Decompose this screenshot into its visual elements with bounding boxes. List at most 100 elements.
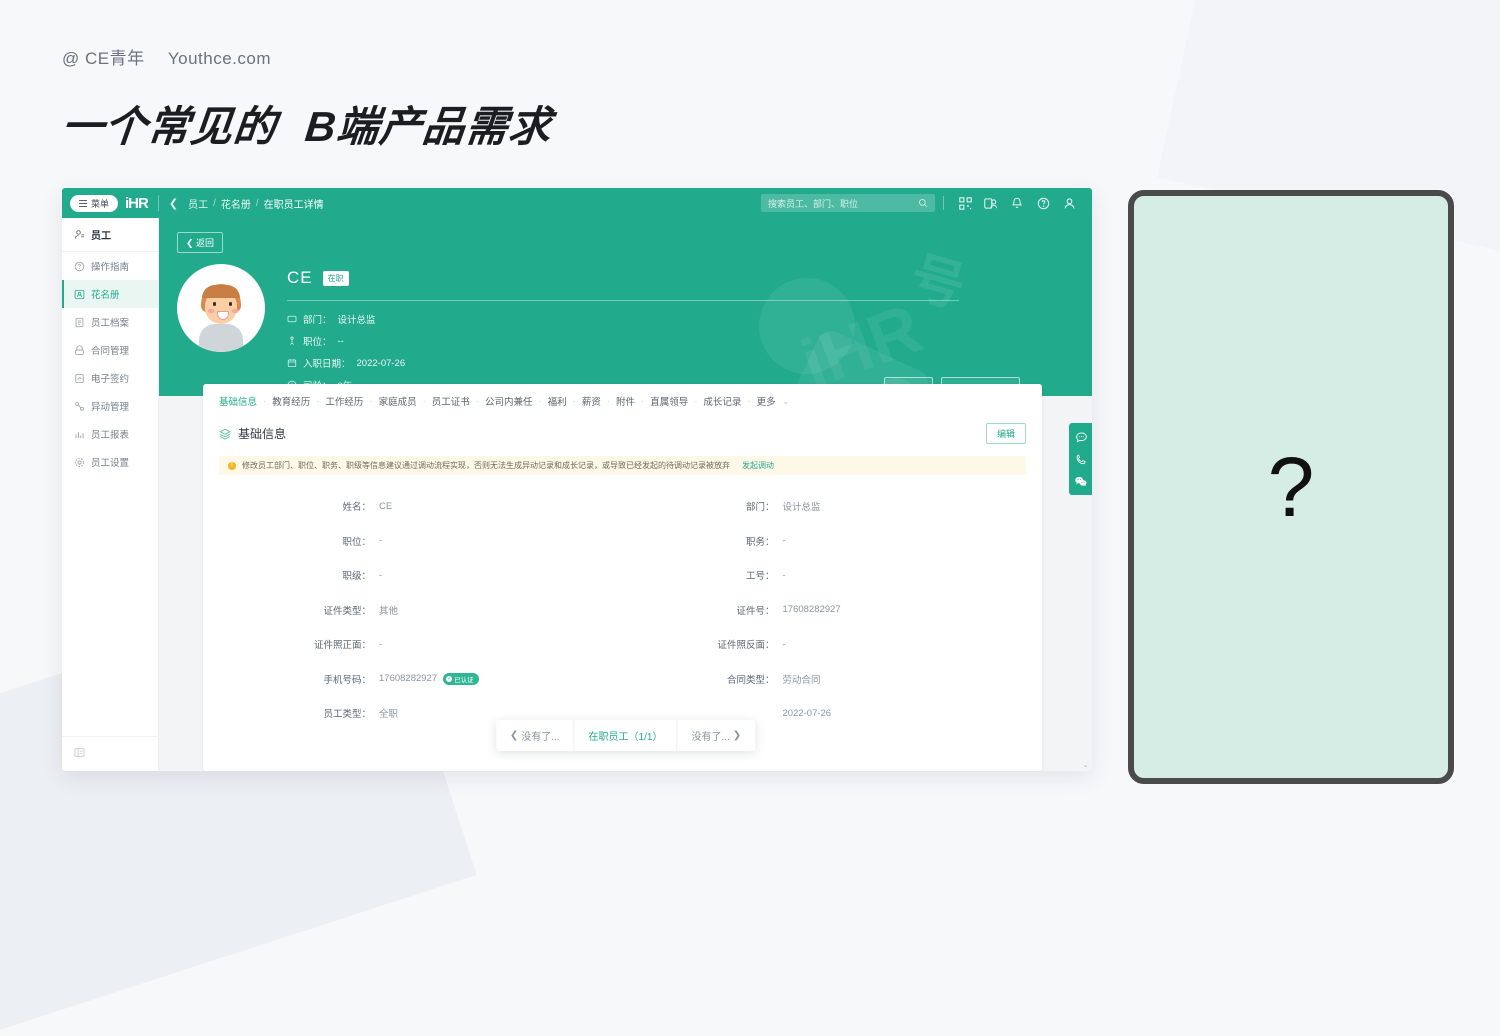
sidebar-item-report[interactable]: 员工报表 (62, 420, 158, 448)
help-icon[interactable] (1030, 190, 1056, 216)
user-icon[interactable] (1056, 190, 1082, 216)
app-logo: iHR (125, 194, 149, 212)
tab-separator: · (572, 395, 576, 407)
content-area: 号 iHR ❮ 返回 CE 在职 部门： 设计总监 职位： -- 入职日期： 2… (159, 218, 1092, 771)
back-button[interactable]: ❮ 返回 (177, 232, 224, 253)
tab-work-history[interactable]: 工作经历 (325, 394, 363, 408)
tab-certificates[interactable]: 员工证书 (432, 394, 470, 408)
tab-separator: · (694, 395, 698, 407)
employee-icon (74, 230, 85, 239)
breadcrumb-item-0[interactable]: 员工 (188, 196, 208, 211)
field-value: - (379, 638, 383, 650)
meta-label: 部门： (303, 315, 332, 326)
app-body: 员工 操作指南 花名册 员工档案 合同管理 电子签约 异动管理 员工报表 员工设… (62, 218, 1092, 771)
tab-attachments[interactable]: 附件 (616, 394, 635, 408)
file-icon (75, 317, 84, 327)
tab-concurrent-post[interactable]: 公司内兼任 (485, 394, 533, 408)
field-label: 证件照正面： (313, 640, 371, 652)
search-input[interactable]: 搜索员工、部门、职位 (761, 194, 935, 212)
back-button-label: 返回 (196, 238, 215, 248)
collapse-icon (74, 748, 85, 757)
transfer-icon (75, 401, 84, 411)
section-title: 基础信息 (219, 425, 286, 442)
field-position: 职位： - (219, 524, 623, 559)
chevron-down-icon[interactable]: ⌄ (782, 396, 790, 407)
placeholder-card: ? (1128, 190, 1454, 784)
org-chart-icon[interactable] (978, 190, 1004, 216)
field-department: 部门： 设计总监 (623, 489, 1027, 524)
meta-label: 入职日期： (303, 359, 351, 370)
meta-value: 2022-07-26 (356, 357, 406, 369)
field-label: 合同类型： (726, 674, 775, 686)
tab-separator: · (475, 395, 479, 407)
edit-button[interactable]: 编辑 (985, 423, 1026, 444)
meta-value: -- (337, 335, 344, 347)
sidebar-item-settings[interactable]: 员工设置 (62, 448, 158, 476)
position-icon (290, 336, 294, 345)
tab-family[interactable]: 家庭成员 (379, 394, 417, 408)
chevron-left-icon: ❮ (509, 730, 519, 741)
slide-kicker: @ CE青年 Youthce.com (62, 44, 552, 69)
field-value: - (782, 638, 786, 650)
section-title-label: 基础信息 (238, 427, 287, 441)
back-chevron-icon[interactable]: ❮ (169, 197, 178, 210)
dept-icon (287, 315, 297, 323)
alert-text: 修改员工部门、职位、职务、职级等信息建议通过调动流程实现，否则无法生成异动记录和… (242, 461, 730, 470)
app-topbar: 菜单 iHR ❮ 员工 / 花名册 / 在职员工详情 搜索员工、部门、职位 (62, 188, 1092, 218)
tab-separator: · (641, 395, 645, 407)
sidebar-header: 员工 (62, 218, 158, 252)
hero-divider (287, 300, 959, 301)
kicker-site: Youthce.com (167, 49, 272, 68)
initiate-transfer-link[interactable]: 发起调动 (742, 460, 774, 471)
wechat-icon[interactable] (1069, 470, 1092, 492)
tab-more[interactable]: 更多 (757, 394, 776, 408)
tab-direct-leader[interactable]: 直属领导 (650, 394, 688, 408)
field-employee-no: 工号： - (623, 558, 1027, 593)
breadcrumb-item-1[interactable]: 花名册 (221, 196, 251, 211)
sidebar-item-label: 合同管理 (91, 346, 130, 357)
search-placeholder: 搜索员工、部门、职位 (768, 198, 859, 209)
sidebar-item-contract[interactable]: 合同管理 (62, 336, 158, 364)
pagination-prev-label: 没有了... (521, 732, 560, 743)
field-mobile: 手机号码： 17608282927 ✓ 已认证 (219, 662, 623, 697)
sidebar-item-roster[interactable]: 花名册 (62, 280, 158, 308)
tab-benefits[interactable]: 福利 (548, 394, 567, 408)
chat-icon[interactable] (1069, 426, 1092, 448)
tab-salary[interactable]: 薪资 (582, 394, 601, 408)
sidebar-item-label: 员工设置 (91, 458, 130, 469)
bell-icon[interactable] (1004, 190, 1030, 216)
hamburger-icon (79, 199, 87, 207)
tab-growth-record[interactable]: 成长记录 (703, 394, 741, 408)
sidebar-item-transfer[interactable]: 异动管理 (62, 392, 158, 420)
field-value: 其他 (379, 605, 399, 617)
form-row: 证件照正面： - 证件照反面： - (219, 627, 1026, 662)
sidebar-item-label: 员工档案 (91, 318, 130, 329)
question-mark-glyph: ? (1267, 439, 1315, 534)
pagination-current[interactable]: 在职员工（1/1） (575, 720, 678, 751)
field-value: - (379, 569, 383, 581)
sidebar-item-label: 操作指南 (91, 262, 130, 273)
field-label: 职务： (745, 536, 775, 548)
pagination-prev[interactable]: ❮ 没有了... (496, 720, 575, 751)
sidebar-item-label: 异动管理 (91, 402, 130, 413)
phone-icon[interactable] (1069, 448, 1092, 470)
employee-name: CE (287, 268, 313, 287)
form-row: 职级： - 工号： - (219, 558, 1026, 593)
sidebar-item-employee-file[interactable]: 员工档案 (62, 308, 158, 336)
contract-icon (75, 344, 84, 355)
field-label: 员工类型： (323, 709, 371, 721)
menu-button[interactable]: 菜单 (70, 194, 119, 212)
guide-icon (74, 261, 85, 271)
sidebar-item-guide[interactable]: 操作指南 (62, 252, 158, 280)
tab-education[interactable]: 教育经历 (272, 394, 310, 408)
sidebar-collapse-button[interactable] (62, 736, 158, 771)
sidebar-item-esign[interactable]: 电子签约 (62, 364, 158, 392)
app-window: 菜单 iHR ❮ 员工 / 花名册 / 在职员工详情 搜索员工、部门、职位 员工… (62, 188, 1092, 771)
pagination-next[interactable]: 没有了... ❯ (677, 720, 755, 751)
tab-basic-info[interactable]: 基础信息 (219, 394, 257, 408)
qrcode-icon[interactable] (952, 190, 978, 216)
section-header: 基础信息 编辑 (203, 417, 1042, 444)
status-badge: 在职 (322, 270, 349, 286)
headline-part-b: B端产品需求 (302, 103, 555, 150)
topbar-actions: 搜索员工、部门、职位 (761, 190, 1092, 216)
